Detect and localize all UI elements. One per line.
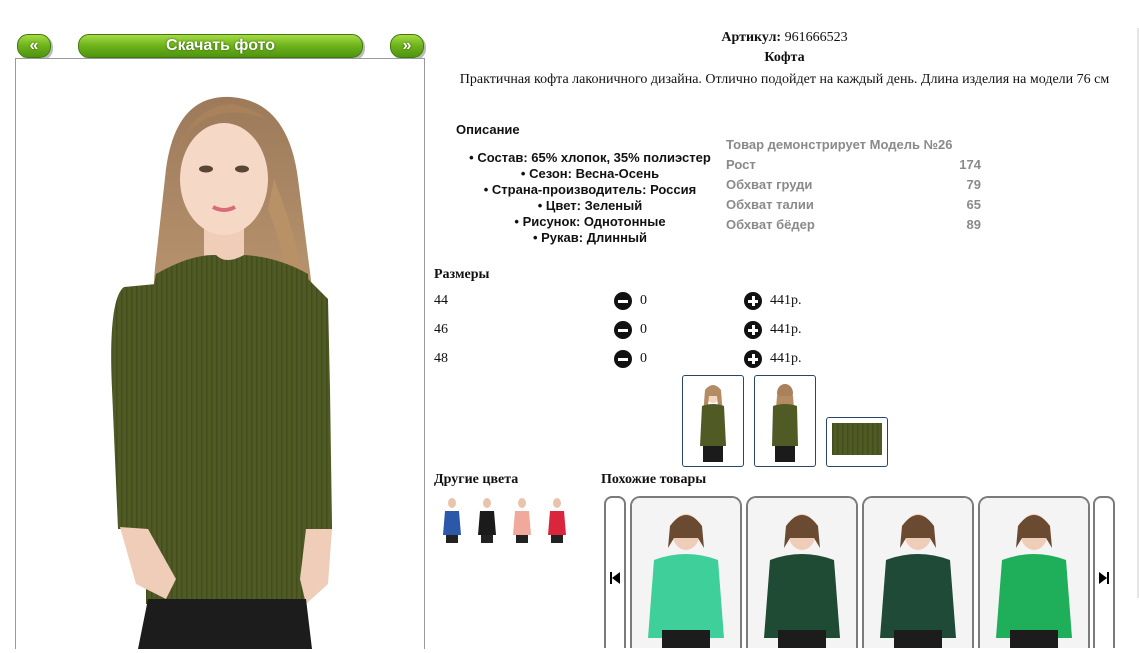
description-item: Рисунок: Однотонные	[455, 214, 725, 230]
color-swatches	[443, 498, 566, 543]
measure-label: Обхват бёдер	[726, 217, 815, 232]
photo-thumbnail-front[interactable]	[682, 375, 744, 467]
description-list: Состав: 65% хлопок, 35% полиэстер Сезон:…	[455, 150, 725, 246]
measure-value: 65	[966, 197, 981, 212]
article-label: Артикул:	[721, 30, 782, 45]
minus-circle-icon[interactable]	[614, 321, 632, 339]
size-value: 46	[434, 322, 448, 337]
color-swatch[interactable]	[548, 498, 566, 543]
main-product-photo[interactable]	[15, 58, 425, 649]
plus-circle-icon[interactable]	[744, 350, 762, 368]
thumb-front-image	[700, 385, 726, 462]
plus-circle-icon[interactable]	[744, 321, 762, 339]
description-item: Цвет: Зеленый	[455, 198, 725, 214]
model-illustration	[111, 96, 332, 649]
model-row: Обхват талии 65	[726, 195, 981, 215]
size-quantity: 0	[640, 293, 647, 308]
model-row: Обхват груди 79	[726, 175, 981, 195]
color-swatch[interactable]	[513, 498, 531, 543]
color-swatch[interactable]	[443, 498, 461, 543]
model-measurements: Товар демонстрирует Модель №26 Рост 174 О…	[726, 135, 981, 235]
measure-label: Обхват груди	[726, 177, 813, 192]
prev-photo-button[interactable]: «	[17, 34, 51, 58]
size-quantity: 0	[640, 351, 647, 366]
size-price: 441р.	[770, 293, 802, 308]
photo-thumbnail-back[interactable]	[754, 375, 816, 467]
description-item: Сезон: Весна-Осень	[455, 166, 725, 182]
description-item: Состав: 65% хлопок, 35% полиэстер	[455, 150, 725, 166]
size-quantity: 0	[640, 322, 647, 337]
similar-next-button[interactable]	[1093, 496, 1115, 648]
similar-product-card[interactable]	[746, 496, 858, 648]
size-row: 48 0 441р.	[434, 348, 834, 370]
measure-value: 89	[966, 217, 981, 232]
similar-product-card[interactable]	[978, 496, 1090, 648]
skip-prev-icon	[610, 572, 620, 584]
measure-value: 79	[966, 177, 981, 192]
thumb-back-image	[772, 384, 798, 462]
similar-product-image	[632, 498, 740, 648]
minus-circle-icon[interactable]	[614, 350, 632, 368]
size-value: 48	[434, 351, 448, 366]
thumb-fabric-image	[832, 423, 882, 455]
minus-circle-icon[interactable]	[614, 292, 632, 310]
size-value: 44	[434, 293, 448, 308]
description-item: Рукав: Длинный	[455, 230, 725, 246]
description-item: Страна-производитель: Россия	[455, 182, 725, 198]
similar-product-image	[748, 498, 856, 648]
size-price: 441р.	[770, 322, 802, 337]
measure-label: Обхват талии	[726, 197, 814, 212]
similar-product-image	[980, 498, 1088, 648]
color-swatch[interactable]	[478, 498, 496, 543]
similar-product-card[interactable]	[862, 496, 974, 648]
model-row: Рост 174	[726, 155, 981, 175]
plus-circle-icon[interactable]	[744, 292, 762, 310]
similar-product-image	[864, 498, 972, 648]
similar-title: Похожие товары	[601, 472, 707, 487]
sizes-title: Размеры	[434, 267, 490, 282]
article-line: Артикул: 961666523	[430, 30, 1139, 46]
other-colors-row	[438, 497, 578, 545]
size-row: 44 0 441р.	[434, 290, 834, 312]
measure-value: 174	[959, 157, 981, 172]
product-name: Кофта	[764, 50, 805, 65]
next-photo-button[interactable]: »	[390, 34, 424, 58]
other-colors-title: Другие цвета	[434, 472, 519, 487]
model-title: Товар демонстрирует Модель №26	[726, 137, 953, 152]
article-value: 961666523	[784, 30, 848, 45]
photo-thumbnail-fabric[interactable]	[826, 417, 888, 467]
similar-product-card[interactable]	[630, 496, 742, 648]
size-row: 46 0 441р.	[434, 319, 834, 341]
model-row: Обхват бёдер 89	[726, 215, 981, 235]
download-photo-button[interactable]: Скачать фото	[78, 34, 363, 58]
product-summary: Практичная кофта лаконичного дизайна. От…	[459, 72, 1110, 87]
description-title: Описание	[456, 122, 520, 137]
measure-label: Рост	[726, 157, 756, 172]
size-price: 441р.	[770, 351, 802, 366]
skip-next-icon	[1099, 572, 1109, 584]
similar-prev-button[interactable]	[604, 496, 626, 648]
